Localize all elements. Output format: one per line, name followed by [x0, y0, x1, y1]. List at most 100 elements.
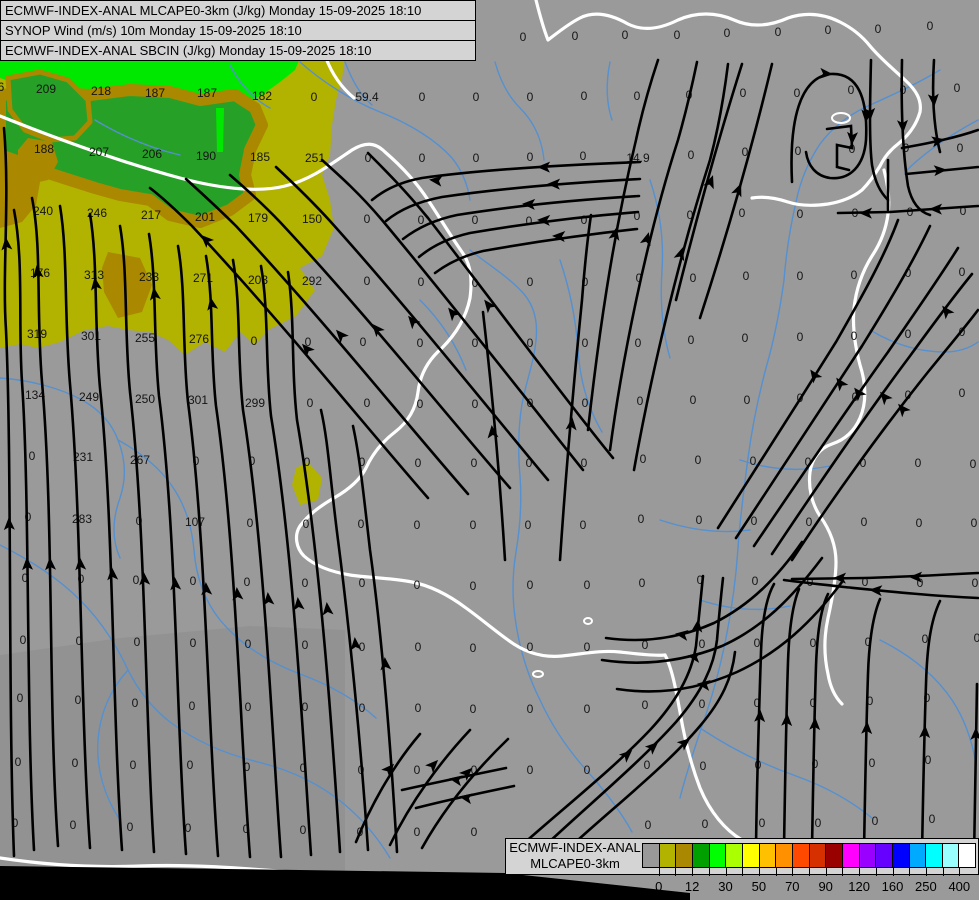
grid-value-label: 0	[742, 331, 749, 345]
grid-value-label: 0	[795, 144, 802, 158]
legend-tick	[809, 868, 810, 876]
legend-color-swatch	[726, 844, 743, 867]
legend-tick	[758, 868, 760, 876]
grid-value-label: 0	[470, 702, 477, 716]
grid-value-label: 0	[581, 213, 588, 227]
grid-value-label: 0	[638, 512, 645, 526]
grid-value-label: 150	[302, 212, 322, 226]
legend-tick-label: 0	[655, 879, 663, 894]
grid-value-label: 0	[70, 818, 77, 832]
grid-value-label: 107	[185, 515, 205, 529]
grid-value-label: 0	[959, 386, 966, 400]
legend-tick	[892, 868, 894, 876]
grid-value-label: 0	[471, 456, 478, 470]
grid-value-label: 0	[584, 763, 591, 777]
legend-tick	[859, 868, 861, 876]
grid-value-label: 206	[142, 147, 162, 161]
legend-color-swatch	[909, 844, 927, 867]
grid-value-label: 0	[851, 268, 858, 282]
grid-value-label: 0	[133, 573, 140, 587]
grid-value-label: 0	[690, 393, 697, 407]
legend-color-swatch	[792, 844, 810, 867]
grid-value-label: 207	[89, 145, 109, 159]
legend-title: ECMWF-INDEX-ANAL MLCAPE0-3km	[506, 840, 644, 872]
grid-value-label: 0	[754, 636, 761, 650]
legend-color-swatch	[859, 844, 877, 867]
legend-color-swatch	[776, 844, 793, 867]
grid-value-label: 0	[244, 575, 251, 589]
grid-value-label: 190	[196, 149, 216, 163]
grid-value-label: 59.4	[355, 90, 379, 104]
grid-value-label: 0	[419, 90, 426, 104]
legend-tick	[692, 868, 694, 876]
grid-value-label: 0	[130, 758, 137, 772]
grid-value-label: 0	[640, 452, 647, 466]
grid-value-label: 0	[417, 336, 424, 350]
grid-value-label: 0	[471, 825, 478, 839]
grid-value-label: 0	[974, 631, 979, 645]
grid-value-label: 0	[584, 578, 591, 592]
grid-value-label: 0	[916, 516, 923, 530]
grid-value-label: 0	[307, 396, 314, 410]
grid-value-label: 0	[688, 333, 695, 347]
grid-value-label: 0	[959, 265, 966, 279]
grid-value-label: 0	[29, 449, 36, 463]
legend-tick	[708, 868, 710, 876]
grid-value-label: 0	[470, 518, 477, 532]
grid-value-label: 267	[130, 453, 150, 467]
grid-value-label: 319	[27, 327, 47, 341]
grid-value-label: 0	[634, 89, 641, 103]
grid-value-label: 251	[305, 151, 325, 165]
grid-value-label: 276	[189, 332, 209, 346]
grid-value-label: 0	[190, 574, 197, 588]
grid-value-label: 0	[527, 90, 534, 104]
grid-value-label: 0	[635, 336, 642, 350]
grid-value-label: 0	[699, 697, 706, 711]
grid-value-label: 0	[470, 579, 477, 593]
grid-value-label: 0	[359, 576, 366, 590]
legend-color-swatch	[842, 844, 860, 867]
grid-value-label: 0	[927, 19, 934, 33]
grid-value-label: 0	[905, 327, 912, 341]
grid-value-label: 0	[470, 641, 477, 655]
grid-value-label: 201	[195, 210, 215, 224]
grid-value-label: 0	[622, 28, 629, 42]
grid-value-label: 0	[245, 637, 252, 651]
grid-value-label: 0	[251, 334, 258, 348]
grid-value-label: 188	[34, 142, 54, 156]
grid-value-label: 0	[15, 755, 22, 769]
grid-value-label: 0	[954, 81, 961, 95]
grid-value-label: 0	[810, 636, 817, 650]
legend-title-param: MLCAPE0-3km	[530, 856, 620, 871]
grid-value-label: 0	[414, 825, 421, 839]
grid-value-label: 0	[364, 274, 371, 288]
grid-value-label: 0	[187, 758, 194, 772]
legend-color-swatch	[876, 844, 893, 867]
legend-tick-label: 160	[881, 879, 904, 894]
legend-tick	[925, 868, 927, 876]
grid-value-label: 0	[797, 269, 804, 283]
grid-value-label: 187	[197, 86, 217, 100]
grid-value-label: 299	[245, 396, 265, 410]
grid-value-label: 0	[642, 698, 649, 712]
legend-color-swatch	[959, 844, 976, 867]
legend-color-swatch	[759, 844, 777, 867]
grid-value-label: 0	[639, 576, 646, 590]
grid-value-label: 185	[250, 150, 270, 164]
grid-value-label: 0	[584, 702, 591, 716]
grid-value-label: 0	[645, 818, 652, 832]
legend-color-swatch	[809, 844, 827, 867]
grid-value-label: 0	[815, 816, 822, 830]
legend-color-swatch	[826, 844, 843, 867]
grid-value-label: 0	[359, 701, 366, 715]
grid-value-label: 0	[702, 817, 709, 831]
grid-value-label: 6	[0, 80, 5, 94]
grid-value-label: 0	[971, 516, 978, 530]
grid-value-label: 0	[861, 515, 868, 529]
grid-value-label: 0	[302, 638, 309, 652]
grid-value-label: 0	[527, 702, 534, 716]
legend-tick	[825, 868, 827, 876]
legend-tick	[742, 868, 744, 876]
grid-value-label: 0	[527, 275, 534, 289]
legend-tick-label: 250	[915, 879, 937, 894]
